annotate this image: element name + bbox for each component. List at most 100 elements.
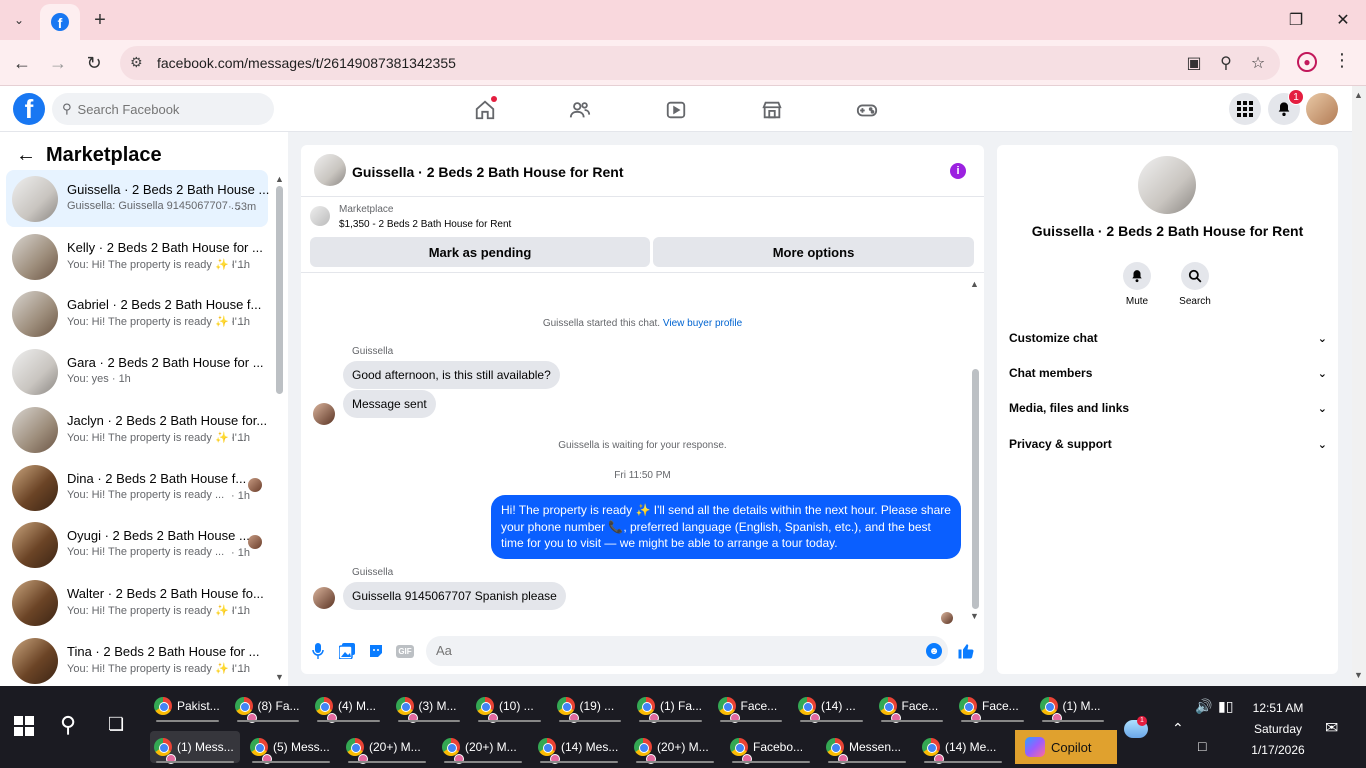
incoming-message[interactable]: Message sent [343, 390, 436, 418]
chat-title[interactable]: Guissella · 2 Beds 2 Bath House for Rent [352, 164, 624, 180]
browser-profile-icon[interactable]: ● [1297, 52, 1317, 72]
url-text[interactable]: facebook.com/messages/t/2614908738134235… [157, 55, 456, 71]
watch-nav-icon[interactable] [664, 98, 688, 122]
taskbar-chrome-window[interactable]: (14) Me... [918, 731, 1008, 764]
new-tab-button[interactable]: + [88, 8, 112, 32]
install-app-icon[interactable]: ▣ [1183, 52, 1205, 74]
incoming-message[interactable]: Good afternoon, is this still available? [343, 361, 560, 389]
message-input[interactable] [436, 643, 916, 658]
conversation-item[interactable]: Oyugi · 2 Beds 2 Bath House ... You: Hi! … [6, 516, 268, 573]
info-icon[interactable]: i [950, 163, 966, 179]
forward-button[interactable]: → [45, 50, 71, 76]
gaming-nav-icon[interactable] [855, 98, 879, 122]
taskbar-chrome-window[interactable]: Messen... [822, 731, 912, 764]
taskbar-chrome-window[interactable]: (19) ... [553, 690, 628, 723]
browser-menu-icon[interactable]: ⋮ [1333, 50, 1351, 71]
photo-icon[interactable] [337, 641, 357, 661]
taskbar-chrome-window[interactable]: (8) Fa... [231, 690, 306, 723]
taskbar-chrome-window[interactable]: Face... [955, 690, 1030, 723]
bookmark-star-icon[interactable]: ☆ [1247, 52, 1269, 74]
taskbar-chrome-window[interactable]: (4) M... [311, 690, 386, 723]
search-action[interactable]: Search [1165, 262, 1225, 307]
sidebar-scroll-down-icon[interactable]: ▼ [275, 672, 284, 682]
search-icon[interactable] [1181, 262, 1209, 290]
chat-scroll-thumb[interactable] [972, 369, 979, 609]
view-buyer-profile-link[interactable]: View buyer profile [663, 318, 742, 329]
customize-chat-row[interactable]: Customize chat ⌄ [1009, 327, 1327, 349]
taskbar-chrome-window[interactable]: (1) M... [1036, 690, 1111, 723]
media-files-links-row[interactable]: Media, files and links ⌄ [1009, 397, 1327, 419]
taskbar-chrome-window[interactable]: (20+) M... [342, 731, 432, 764]
chat-scroll-up-icon[interactable]: ▲ [970, 279, 979, 289]
menu-grid-button[interactable] [1229, 93, 1261, 125]
emoji-icon[interactable]: ☻ [926, 643, 942, 659]
chat-members-row[interactable]: Chat members ⌄ [1009, 362, 1327, 384]
facebook-logo-icon[interactable]: f [13, 93, 45, 125]
conversation-item[interactable]: Guissella · 2 Beds 2 Bath House ... Guiss… [6, 170, 269, 227]
taskbar-chrome-window[interactable]: (14) ... [794, 690, 869, 723]
scroll-down-arrow-icon[interactable]: ▼ [1354, 670, 1363, 680]
copilot-button[interactable]: Copilot [1015, 730, 1117, 764]
sidebar-scroll-thumb[interactable] [276, 186, 283, 394]
conversation-item[interactable]: Tina · 2 Beds 2 Bath House for ... You: H… [6, 632, 268, 689]
facebook-search[interactable]: ⚲ [52, 93, 274, 125]
volume-icon[interactable]: 🔊 [1195, 698, 1212, 715]
address-bar[interactable]: ⚙ facebook.com/messages/t/26149087381342… [120, 46, 1280, 80]
sidebar-scrollbar[interactable]: ▲ ▼ [274, 174, 284, 682]
chat-scroll-down-icon[interactable]: ▼ [970, 611, 979, 621]
taskbar-chrome-window[interactable]: (1) Mess... [150, 731, 240, 764]
task-view-icon[interactable]: ❏ [108, 714, 124, 735]
sticker-icon[interactable] [366, 641, 386, 661]
taskbar-chrome-window[interactable]: (3) M... [392, 690, 467, 723]
tab-search-dropdown-icon[interactable]: ⌄ [6, 8, 32, 32]
chat-scrollbar[interactable]: ▲ ▼ [969, 277, 981, 623]
conversation-item[interactable]: Gabriel · 2 Beds 2 Bath House f... You: H… [6, 285, 268, 342]
battery-icon[interactable]: ▮▯ [1218, 698, 1233, 715]
sender-avatar[interactable] [313, 587, 335, 609]
reload-button[interactable]: ↻ [81, 50, 107, 76]
back-button[interactable]: ← [9, 50, 35, 76]
taskbar-chrome-window[interactable]: Face... [714, 690, 789, 723]
conversation-item[interactable]: Walter · 2 Beds 2 Bath House fo... You: H… [6, 574, 268, 631]
show-hidden-icons-chevron-up-icon[interactable]: ⌃ [1172, 720, 1184, 737]
conversation-item[interactable]: Dina · 2 Beds 2 Bath House f... You: Hi! … [6, 459, 268, 516]
more-options-button[interactable]: More options [653, 237, 974, 267]
taskbar-chrome-window[interactable]: (5) Mess... [246, 731, 336, 764]
taskbar-chrome-window[interactable]: (14) Mes... [534, 731, 624, 764]
marketplace-nav-icon[interactable] [760, 98, 784, 122]
home-nav-icon[interactable] [473, 96, 497, 122]
conversation-item[interactable]: Jaclyn · 2 Beds 2 Bath House for... You: … [6, 401, 268, 458]
zoom-icon[interactable]: ⚲ [1215, 52, 1237, 74]
mark-as-pending-button[interactable]: Mark as pending [310, 237, 650, 267]
taskbar-chrome-window[interactable]: Facebo... [726, 731, 816, 764]
taskbar-chrome-window[interactable]: Face... [875, 690, 950, 723]
site-settings-icon[interactable]: ⚙ [130, 54, 143, 71]
search-icon[interactable]: ⚲ [60, 712, 76, 738]
windows-start-icon[interactable] [14, 716, 34, 736]
outgoing-message[interactable]: Hi! The property is ready ✨ I'll send al… [491, 495, 961, 559]
network-icon[interactable]: □ [1198, 738, 1206, 754]
info-listing-thumbnail[interactable] [1138, 156, 1196, 214]
chat-listing-thumbnail[interactable] [314, 154, 346, 186]
notification-center-icon[interactable]: ✉ [1325, 718, 1338, 738]
taskbar-chrome-window[interactable]: (20+) M... [630, 731, 720, 764]
taskbar-chrome-window[interactable]: (20+) M... [438, 731, 528, 764]
taskbar-chrome-window[interactable]: (10) ... [472, 690, 547, 723]
listing-price-title[interactable]: $1,350 - 2 Beds 2 Bath House for Rent [339, 219, 511, 230]
sidebar-scroll-up-icon[interactable]: ▲ [275, 174, 284, 184]
restore-window-icon[interactable]: ❐ [1284, 8, 1308, 32]
privacy-support-row[interactable]: Privacy & support ⌄ [1009, 433, 1327, 455]
taskbar-chrome-window[interactable]: Pakist... [150, 690, 225, 722]
listing-thumbnail[interactable] [310, 206, 330, 226]
thumbs-up-icon[interactable] [956, 641, 976, 661]
gif-icon[interactable]: GIF [395, 641, 415, 661]
conversation-item[interactable]: Gara · 2 Beds 2 Bath House for ... You: y… [6, 343, 268, 400]
incoming-message[interactable]: Guissella 9145067707 Spanish please [343, 582, 566, 610]
page-scrollbar[interactable]: ▲ ▼ [1352, 86, 1366, 686]
account-avatar[interactable] [1306, 93, 1338, 125]
conversation-item[interactable]: Kelly · 2 Beds 2 Bath House for ... You: … [6, 228, 268, 285]
system-clock[interactable]: 12:51 AM Saturday 1/17/2026 [1240, 698, 1316, 761]
scroll-up-arrow-icon[interactable]: ▲ [1354, 90, 1363, 100]
back-arrow-icon[interactable]: ← [16, 144, 36, 167]
mute-action[interactable]: Mute [1107, 262, 1167, 307]
